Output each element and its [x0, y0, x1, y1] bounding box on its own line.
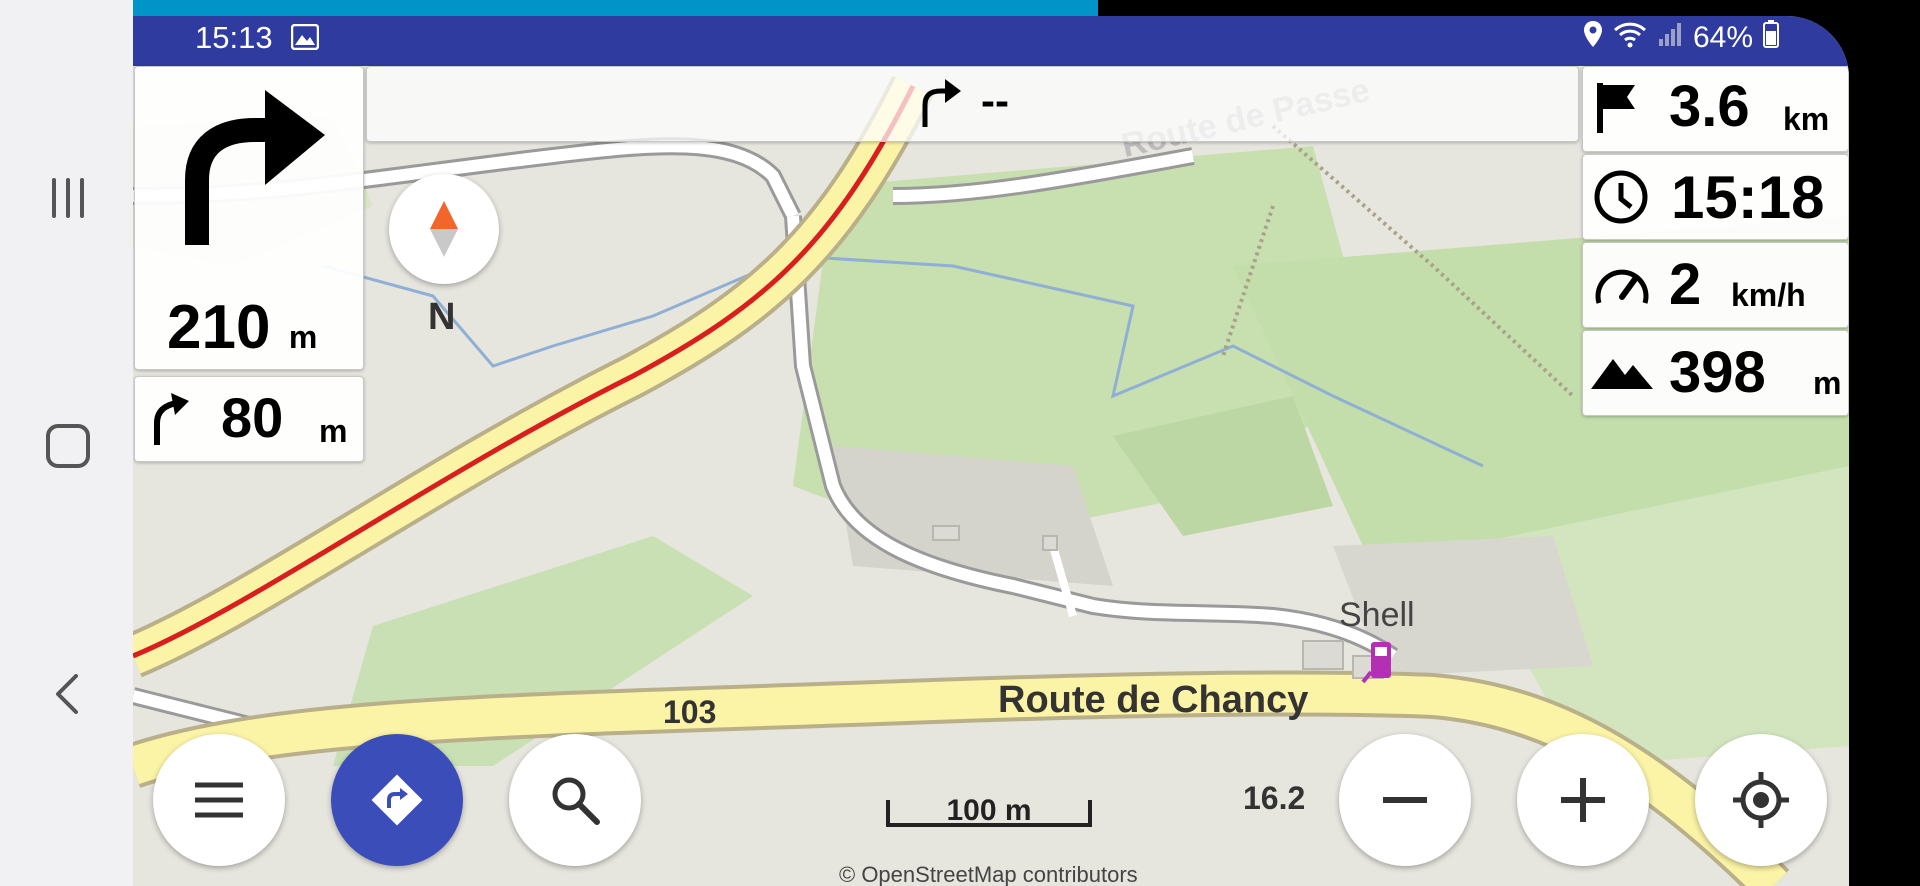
poi-label: Shell	[1339, 596, 1415, 634]
next-turn-distance: 210	[167, 293, 271, 362]
distance-widget[interactable]: 3.6 km	[1582, 66, 1849, 152]
search-button[interactable]	[509, 734, 641, 866]
home-icon[interactable]	[40, 418, 96, 474]
distance-unit: km	[1783, 101, 1830, 137]
flag-icon	[1597, 83, 1635, 133]
battery-percent: 64%	[1692, 21, 1753, 54]
menu-button[interactable]	[153, 734, 285, 866]
speed-value: 2	[1669, 252, 1702, 317]
compass-north-label: N	[428, 296, 456, 338]
clock-icon	[1594, 170, 1648, 224]
road-number-label: 103	[663, 694, 717, 730]
distance-value: 3.6	[1669, 74, 1750, 139]
scale-bar: 100 m	[885, 794, 1093, 828]
speed-unit: km/h	[1731, 277, 1806, 313]
menu-icon	[195, 782, 243, 818]
turn-right-small-icon	[922, 79, 961, 127]
status-time: 15:13	[195, 20, 273, 55]
my-location-button[interactable]	[1695, 734, 1827, 866]
altitude-value: 398	[1669, 340, 1766, 405]
zoom-level: 16.2	[1243, 780, 1306, 816]
altitude-widget[interactable]: 398 m	[1582, 330, 1849, 416]
street-name: --	[981, 77, 1009, 124]
road-name-label: Route de Chancy	[998, 679, 1309, 721]
mountain-icon	[1591, 359, 1653, 389]
status-bar: 15:13 64%	[133, 16, 1849, 66]
speed-widget[interactable]: 2 km/h	[1582, 242, 1849, 328]
search-icon	[552, 777, 600, 825]
my-location-icon	[1733, 772, 1789, 828]
compass-button[interactable]	[389, 174, 499, 284]
plus-icon	[1561, 778, 1605, 822]
then-turn-distance: 80	[221, 386, 284, 449]
location-icon	[1583, 20, 1603, 56]
zoom-in-button[interactable]	[1517, 734, 1649, 866]
next-turn-unit: m	[288, 319, 318, 355]
signal-icon	[1657, 21, 1683, 55]
next-turn-panel[interactable]: 210 m	[134, 66, 364, 370]
arrival-time-value: 15:18	[1671, 164, 1825, 231]
navigation-button[interactable]	[331, 734, 463, 866]
scale-label: 100 m	[946, 794, 1032, 827]
image-icon	[290, 23, 320, 58]
map-view[interactable]: 103 Route de Chancy Route de Passe Shell…	[133, 66, 1849, 886]
back-icon[interactable]	[40, 666, 96, 722]
turn-slight-right-icon	[154, 393, 189, 445]
arrival-time-widget[interactable]: 15:18	[1582, 154, 1849, 240]
battery-icon	[1763, 20, 1779, 56]
then-turn-unit: m	[319, 413, 348, 449]
recents-icon[interactable]	[40, 170, 96, 226]
wifi-icon	[1613, 20, 1647, 56]
app-window: 15:13 64% 103 Route de Chancy Shell 210 …	[133, 16, 1849, 886]
directions-icon	[371, 774, 423, 826]
fuel-station-icon[interactable]	[1361, 638, 1401, 689]
progress-strip	[0, 0, 1098, 16]
map-attribution: © OpenStreetMap contributors	[839, 862, 1138, 886]
speedometer-icon	[1595, 269, 1649, 304]
zoom-out-button[interactable]	[1339, 734, 1471, 866]
turn-right-icon	[185, 90, 325, 245]
system-nav-bar	[0, 0, 133, 886]
compass-needle-icon	[430, 201, 458, 257]
minus-icon	[1383, 797, 1427, 803]
altitude-unit: m	[1813, 365, 1842, 401]
then-turn-panel[interactable]: 80 m	[134, 376, 364, 462]
street-name-banner[interactable]: --	[366, 66, 1579, 142]
